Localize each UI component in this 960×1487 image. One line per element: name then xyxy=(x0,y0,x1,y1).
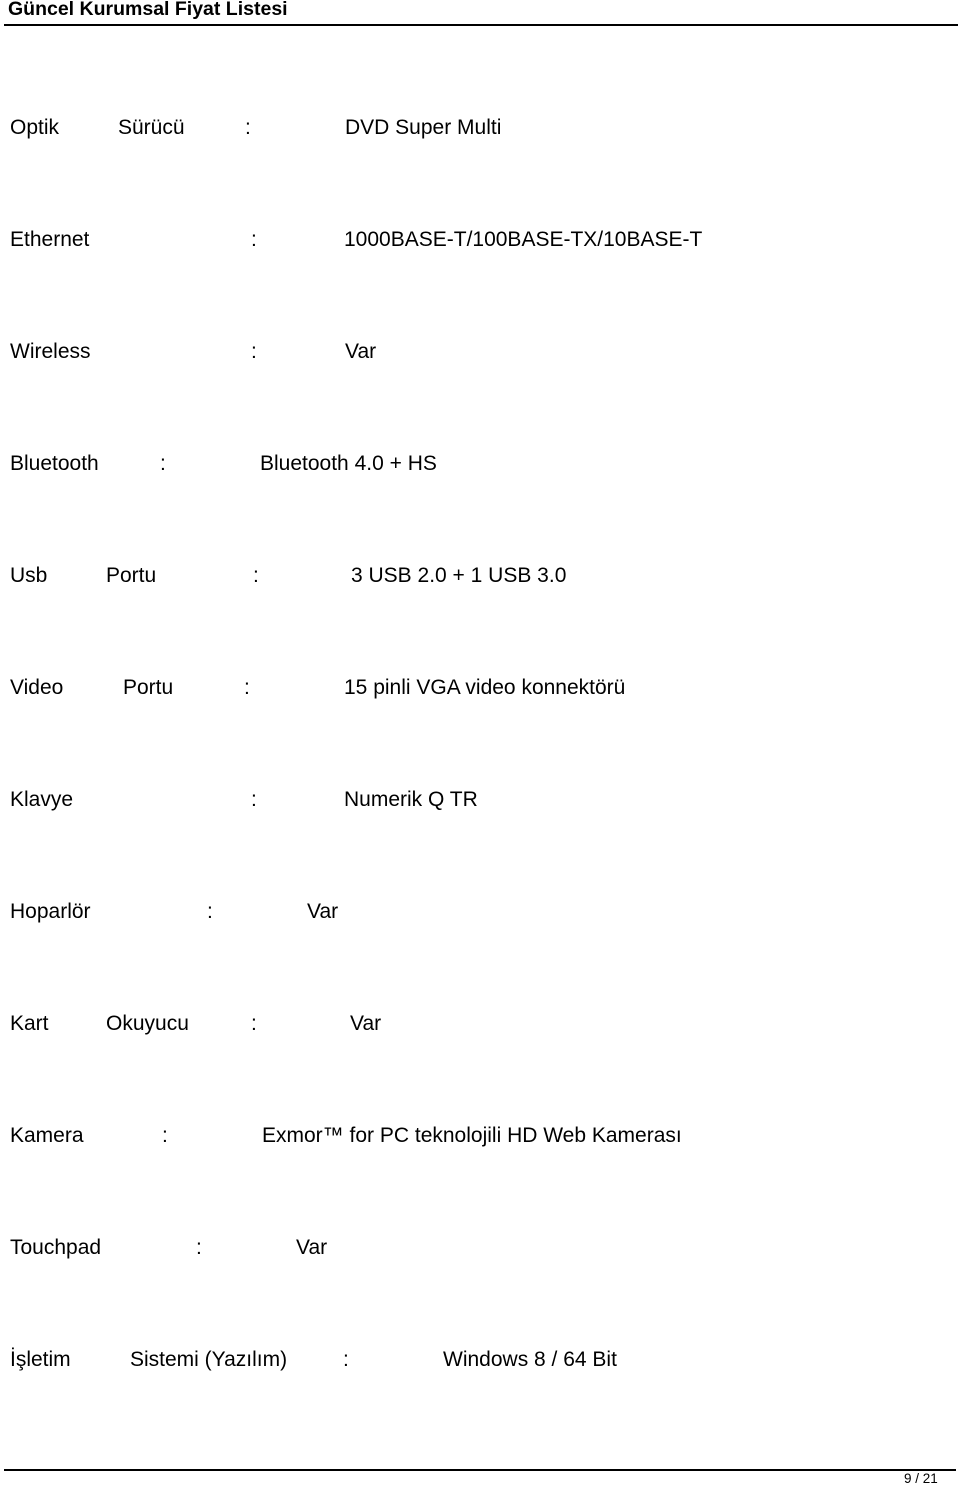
spec-separator: : xyxy=(196,1236,202,1259)
spec-separator: : xyxy=(160,452,166,475)
spec-separator: : xyxy=(251,340,257,363)
spec-row-ethernet: Ethernet : 1000BASE-T/100BASE-TX/10BASE-… xyxy=(0,226,960,256)
page-indicator: 9 / 21 xyxy=(904,1471,938,1486)
header-rule xyxy=(4,24,958,26)
spec-label: Hoparlör xyxy=(10,900,91,923)
spec-label: Usb xyxy=(10,564,48,587)
spec-label: Ethernet xyxy=(10,228,90,251)
spec-label: Klavye xyxy=(10,788,74,811)
spec-value: Var xyxy=(296,1236,328,1259)
spec-value: Windows 8 / 64 Bit xyxy=(443,1348,617,1371)
spec-label: Kart xyxy=(10,1012,49,1035)
spec-label: Touchpad xyxy=(10,1236,102,1259)
spec-label: Sistemi (Yazılım) xyxy=(130,1348,288,1371)
spec-label: Sürücü xyxy=(118,116,185,139)
spec-separator: : xyxy=(251,788,257,811)
spec-row-keyboard: Klavye : Numerik Q TR xyxy=(0,786,960,816)
spec-row-card-reader: Kart Okuyucu : Var xyxy=(0,1010,960,1040)
spec-row-operating-system: İşletim Sistemi (Yazılım) : Windows 8 / … xyxy=(0,1346,960,1376)
spec-value: 3 USB 2.0 + 1 USB 3.0 xyxy=(351,564,567,587)
spec-separator: : xyxy=(244,676,250,699)
spec-row-video-port: Video Portu : 15 pinli VGA video konnekt… xyxy=(0,674,960,704)
footer-rule xyxy=(4,1469,956,1471)
spec-label: Video xyxy=(10,676,64,699)
spec-value: 1000BASE-T/100BASE-TX/10BASE-T xyxy=(344,228,703,251)
spec-separator: : xyxy=(245,116,251,139)
spec-row-speaker: Hoparlör : Var xyxy=(0,898,960,928)
spec-separator: : xyxy=(253,564,259,587)
spec-row-wireless: Wireless : Var xyxy=(0,338,960,368)
spec-row-optical-drive: Optik Sürücü : DVD Super Multi xyxy=(0,114,960,144)
spec-row-touchpad: Touchpad : Var xyxy=(0,1234,960,1264)
spec-value: DVD Super Multi xyxy=(345,116,502,139)
spec-value: Var xyxy=(307,900,339,923)
spec-value: Var xyxy=(345,340,377,363)
spec-value: 15 pinli VGA video konnektörü xyxy=(344,676,626,699)
spec-value: Exmor™ for PC teknolojili HD Web Kameras… xyxy=(262,1124,682,1147)
document-header-title: Güncel Kurumsal Fiyat Listesi xyxy=(8,0,288,20)
spec-label: İşletim xyxy=(10,1348,71,1371)
spec-separator: : xyxy=(343,1348,349,1371)
spec-separator: : xyxy=(207,900,213,923)
spec-label: Optik xyxy=(10,116,60,139)
spec-row-camera: Kamera : Exmor™ for PC teknolojili HD We… xyxy=(0,1122,960,1152)
spec-separator: : xyxy=(251,228,257,251)
spec-label: Okuyucu xyxy=(106,1012,189,1035)
spec-separator: : xyxy=(162,1124,168,1147)
spec-label: Bluetooth xyxy=(10,452,99,475)
spec-label: Kamera xyxy=(10,1124,84,1147)
spec-value: Bluetooth 4.0 + HS xyxy=(260,452,437,475)
spec-separator: : xyxy=(251,1012,257,1035)
spec-label: Wireless xyxy=(10,340,91,363)
spec-label: Portu xyxy=(106,564,157,587)
spec-row-usb-ports: Usb Portu : 3 USB 2.0 + 1 USB 3.0 xyxy=(0,562,960,592)
spec-label: Portu xyxy=(123,676,174,699)
spec-value: Numerik Q TR xyxy=(344,788,478,811)
spec-row-bluetooth: Bluetooth : Bluetooth 4.0 + HS xyxy=(0,450,960,480)
spec-value: Var xyxy=(350,1012,382,1035)
